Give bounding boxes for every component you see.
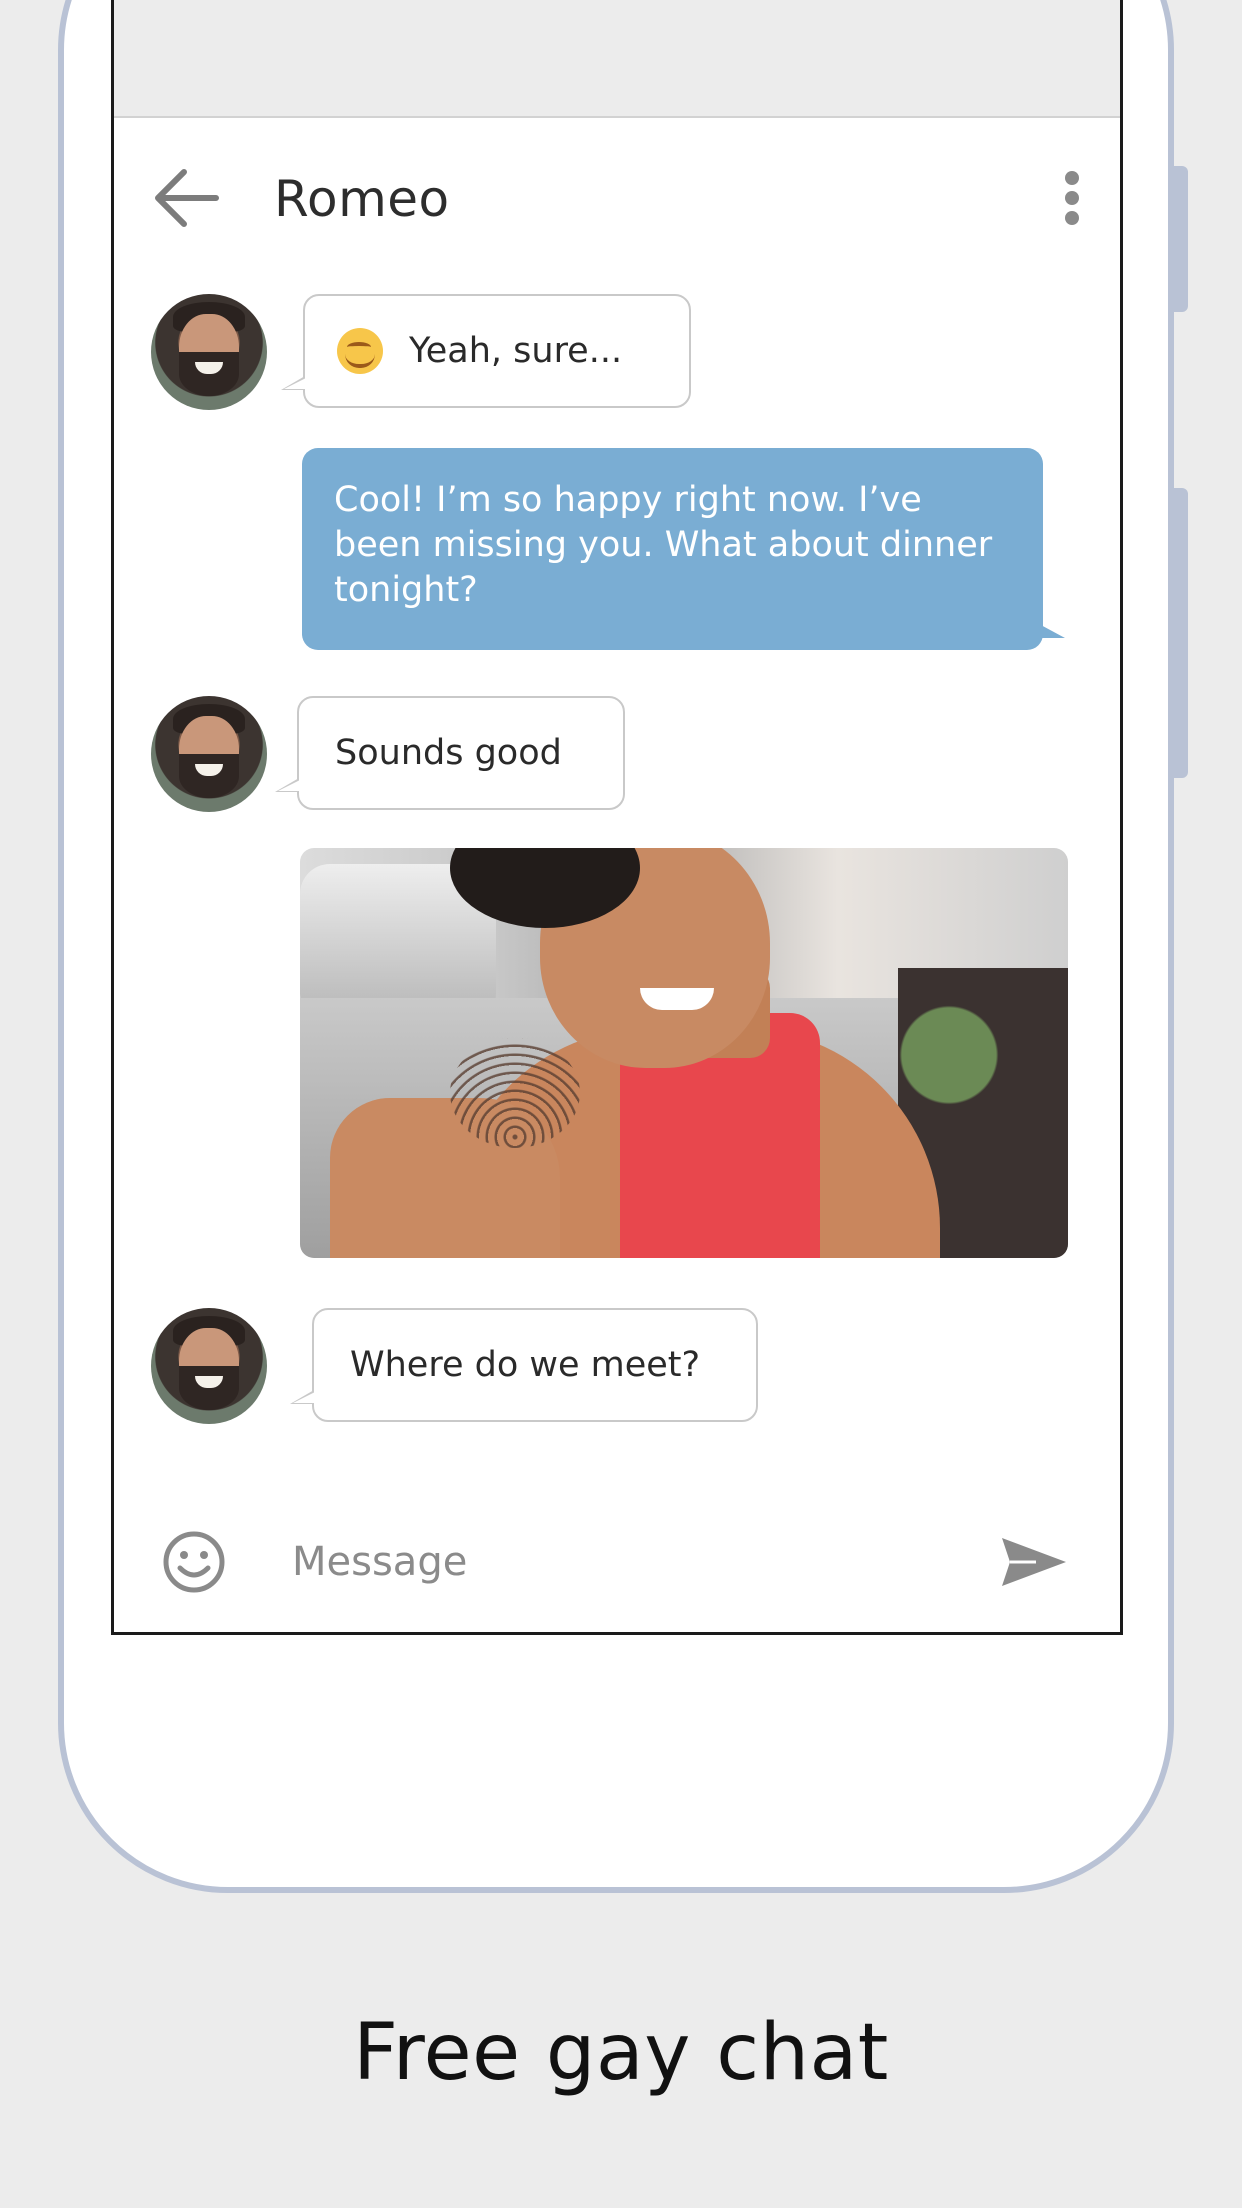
message-composer: [114, 1500, 1120, 1632]
incoming-message: Yeah, sure...: [281, 294, 691, 408]
outgoing-message: Cool! I’m so happy right now. I’ve been …: [302, 448, 1065, 650]
incoming-message: Sounds good: [275, 696, 625, 810]
message-text: Where do we meet?: [350, 1345, 701, 1385]
emoji-icon[interactable]: [162, 1530, 226, 1594]
smiling-face-icon: [337, 328, 383, 374]
message-input[interactable]: [290, 1526, 934, 1598]
incoming-message: Where do we meet?: [290, 1308, 758, 1422]
send-icon[interactable]: [1000, 1534, 1068, 1590]
phone-side-button: [1174, 488, 1188, 778]
more-options-icon[interactable]: [1062, 170, 1082, 226]
contact-name: Romeo: [274, 170, 450, 228]
avatar[interactable]: [151, 696, 267, 812]
message-text: Cool! I’m so happy right now. I’ve been …: [334, 480, 993, 610]
avatar[interactable]: [151, 1308, 267, 1424]
chat-screen: Romeo Yeah, sure... Cool! I’m so happy r…: [111, 0, 1123, 1635]
avatar[interactable]: [151, 294, 267, 410]
shared-photo[interactable]: [300, 848, 1068, 1258]
promo-caption: Free gay chat: [353, 2008, 889, 2098]
chat-header: Romeo: [114, 118, 1120, 278]
status-bar: [114, 0, 1120, 118]
phone-side-button: [1174, 166, 1188, 312]
back-arrow-icon[interactable]: [152, 166, 222, 230]
message-text: Sounds good: [335, 733, 562, 773]
message-text: Yeah, sure...: [409, 331, 623, 371]
